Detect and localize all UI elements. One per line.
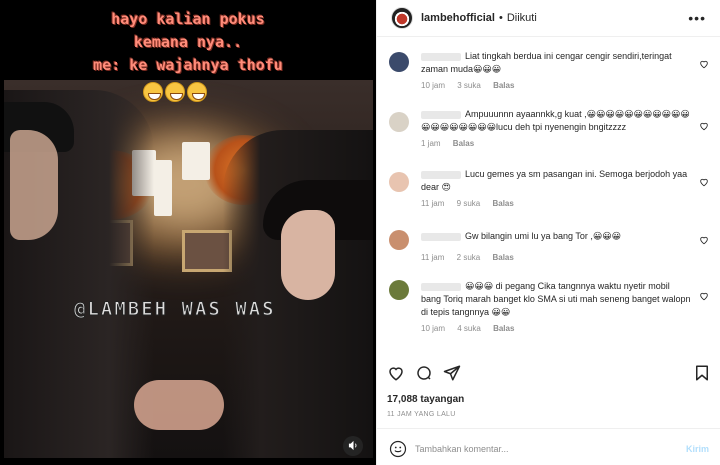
- comment-text: Liat tingkah berdua ini cengar cengir se…: [421, 51, 672, 74]
- action-bar: [377, 364, 720, 386]
- comment-time: 1 jam: [421, 139, 441, 148]
- separator-dot: •: [498, 12, 503, 24]
- comment-meta: 11 jam 9 suka Balas: [421, 199, 691, 208]
- username[interactable]: lambehofficial: [421, 12, 495, 24]
- comment-icon[interactable]: [415, 364, 433, 382]
- comment-item: Ampuuunnn ayaannkk,g kuat ,😀😀😀😀😀😀😀😀😀😀😀😀😀…: [377, 100, 720, 160]
- send-button[interactable]: Kirim: [686, 444, 709, 454]
- speaker-icon[interactable]: [343, 436, 363, 456]
- bookmark-icon[interactable]: [693, 364, 711, 382]
- comment-meta: 10 jam 4 suka Balas: [421, 324, 691, 333]
- comment-text: Lucu gemes ya sm pasangan ini. Semoga be…: [421, 169, 688, 192]
- heart-icon[interactable]: [699, 118, 709, 131]
- comment-item: Lucu gemes ya sm pasangan ini. Semoga be…: [377, 160, 720, 220]
- reply-button[interactable]: Balas: [493, 81, 514, 90]
- avatar[interactable]: [391, 7, 413, 29]
- comment-time: 10 jam: [421, 81, 446, 90]
- comment-username[interactable]: [421, 110, 461, 119]
- more-horizontal-icon[interactable]: •••: [688, 10, 706, 26]
- comment-username[interactable]: [421, 170, 461, 179]
- person-left: [4, 90, 154, 458]
- share-icon[interactable]: [443, 364, 461, 382]
- post-media[interactable]: @LAMBEH WAS WAS hayo kalian pokus kemana…: [0, 0, 376, 465]
- person-right: [223, 130, 373, 458]
- divider: [377, 428, 720, 429]
- video-player[interactable]: @LAMBEH WAS WAS: [4, 80, 373, 458]
- emoji-icon[interactable]: [389, 440, 407, 458]
- watermark: @LAMBEH WAS WAS: [74, 298, 276, 321]
- comment-meta: 10 jam 3 suka Balas: [421, 81, 691, 90]
- comment-text: Ampuuunnn ayaannkk,g kuat ,😀😀😀😀😀😀😀😀😀😀😀😀😀…: [421, 109, 690, 132]
- avatar[interactable]: [389, 112, 409, 132]
- comment-input[interactable]: [415, 440, 675, 458]
- post-header: lambehofficial • Diikuti •••: [377, 0, 720, 37]
- comment-likes[interactable]: 4 suka: [457, 324, 481, 333]
- avatar[interactable]: [389, 172, 409, 192]
- comment-item: Gw bilangin umi lu ya bang Tor ,😀😀😀 11 j…: [377, 220, 720, 270]
- comment-likes[interactable]: 3 suka: [457, 81, 481, 90]
- heart-icon[interactable]: [699, 288, 709, 301]
- reply-button[interactable]: Balas: [492, 199, 513, 208]
- heart-icon[interactable]: [699, 174, 709, 187]
- comment-item: 😀😀😀 di pegang Cika tangnnya waktu nyetir…: [377, 270, 720, 340]
- comment-username[interactable]: [421, 232, 461, 241]
- post-panel: lambehofficial • Diikuti ••• Liat tingka…: [376, 0, 720, 465]
- grin-emojis: [143, 82, 209, 107]
- reply-button[interactable]: Balas: [453, 139, 474, 148]
- candle: [154, 160, 172, 216]
- comment-item: Liat tingkah berdua ini cengar cengir se…: [377, 40, 720, 100]
- grin-emoji-icon: [187, 82, 207, 102]
- heart-icon[interactable]: [387, 364, 405, 382]
- caption-line: me: ke wajahnya thofu: [93, 56, 283, 74]
- heart-icon[interactable]: [699, 232, 709, 245]
- hands: [134, 380, 224, 430]
- comment-meta: 1 jam Balas: [421, 139, 691, 148]
- candle: [182, 142, 210, 180]
- grin-emoji-icon: [143, 82, 163, 102]
- video-caption: hayo kalian pokus kemana nya.. me: ke wa…: [0, 8, 376, 77]
- avatar[interactable]: [389, 280, 409, 300]
- avatar[interactable]: [389, 52, 409, 72]
- comment-list: Liat tingkah berdua ini cengar cengir se…: [377, 40, 720, 340]
- comment-likes[interactable]: 9 suka: [457, 199, 481, 208]
- reply-button[interactable]: Balas: [493, 324, 514, 333]
- comment-username[interactable]: [421, 282, 461, 291]
- comment-text: 😀😀😀 di pegang Cika tangnnya waktu nyetir…: [421, 281, 691, 317]
- view-count[interactable]: 17,088 tayangan: [387, 394, 464, 405]
- reply-button[interactable]: Balas: [492, 253, 513, 262]
- grin-emoji-icon: [165, 82, 185, 102]
- comment-meta: 11 jam 2 suka Balas: [421, 253, 691, 262]
- caption-line: hayo kalian pokus: [111, 10, 265, 28]
- add-comment-bar: Kirim: [377, 436, 720, 462]
- comment-time: 11 jam: [421, 253, 445, 262]
- comment-text: Gw bilangin umi lu ya bang Tor ,😀😀😀: [421, 230, 691, 243]
- follow-status-button[interactable]: Diikuti: [507, 12, 537, 24]
- avatar[interactable]: [389, 230, 409, 250]
- comment-username[interactable]: [421, 52, 461, 61]
- comment-likes[interactable]: 2 suka: [457, 253, 481, 262]
- caption-line: kemana nya..: [133, 33, 243, 51]
- posted-time[interactable]: 11 JAM YANG LALU: [387, 411, 456, 418]
- comment-time: 11 jam: [421, 199, 445, 208]
- heart-icon[interactable]: [699, 56, 709, 69]
- comment-time: 10 jam: [421, 324, 446, 333]
